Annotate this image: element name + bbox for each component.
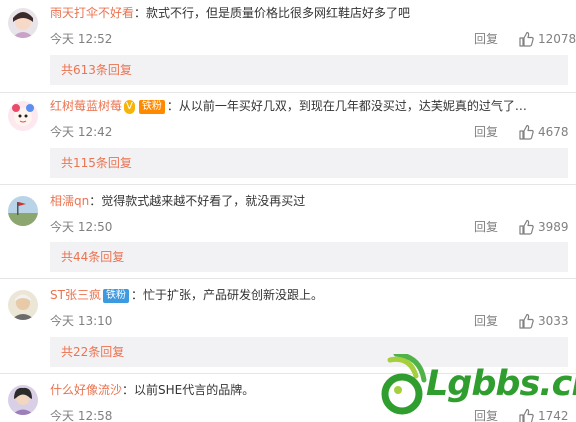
avatar-icon <box>8 101 38 131</box>
comment-text: ：觉得款式越来越不好看了，就没再买过 <box>89 194 306 208</box>
comment-text: ：款式不行，但是质量价格比很多网红鞋店好多了吧 <box>134 6 411 20</box>
comment-line: ST张三疯 铁粉 ：忙于扩张，产品研发创新没跟上。 <box>50 286 323 304</box>
reply-button[interactable]: 回复 <box>474 123 498 141</box>
vip-badge: V <box>124 100 135 114</box>
thumbs-up-icon <box>519 31 534 47</box>
comment-time: 今天 12:50 <box>50 220 113 234</box>
username-link[interactable]: 相濡qn <box>50 194 89 208</box>
comment-time: 今天 12:58 <box>50 409 113 422</box>
username-link[interactable]: 红树莓蓝树莓 <box>50 99 122 113</box>
site-watermark: Lgbbs.cn <box>376 352 576 422</box>
more-replies-link[interactable]: 共613条回复 <box>61 55 132 85</box>
avatar[interactable] <box>8 196 38 226</box>
comment-line: 相濡qn：觉得款式越来越不好看了，就没再买过 <box>50 192 305 210</box>
username-link[interactable]: 雨天打伞不好看 <box>50 6 134 20</box>
more-replies-box[interactable]: 共115条回复 <box>50 148 568 178</box>
comment-meta: 今天 12:50 回复 3989 <box>50 218 570 236</box>
like-count: 3989 <box>538 220 569 234</box>
username-link[interactable]: 什么好像流沙 <box>50 383 122 397</box>
like-count: 3033 <box>538 314 569 328</box>
more-replies-link[interactable]: 共22条回复 <box>61 337 124 367</box>
fan-badge: 铁粉 <box>102 289 129 303</box>
comment-meta: 今天 13:10 回复 3033 <box>50 312 570 330</box>
thumbs-up-icon <box>519 219 534 235</box>
avatar-icon <box>8 385 38 415</box>
reply-button[interactable]: 回复 <box>474 218 498 236</box>
reply-button[interactable]: 回复 <box>474 312 498 330</box>
like-count: 4678 <box>538 125 569 139</box>
avatar-icon <box>8 8 38 38</box>
more-replies-box[interactable]: 共613条回复 <box>50 55 568 85</box>
more-replies-link[interactable]: 共44条回复 <box>61 242 124 272</box>
more-replies-box[interactable]: 共44条回复 <box>50 242 568 272</box>
avatar-icon <box>8 290 38 320</box>
comment-line: 什么好像流沙：以前SHE代言的品牌。 <box>50 381 254 399</box>
comment-text: ：以前SHE代言的品牌。 <box>122 383 255 397</box>
divider <box>0 278 576 279</box>
thumbs-up-icon <box>519 124 534 140</box>
comment-line: 雨天打伞不好看：款式不行，但是质量价格比很多网红鞋店好多了吧 <box>50 4 410 22</box>
comment-time: 今天 13:10 <box>50 314 113 328</box>
like-count: 12078 <box>538 32 576 46</box>
comment-text: ：忙于扩张，产品研发创新没跟上。 <box>130 288 323 302</box>
avatar[interactable] <box>8 101 38 131</box>
comment-line: 红树莓蓝树莓 V 铁粉 ：从以前一年买好几双，到现在几年都没买过，达芙妮真的过气了… <box>50 97 527 115</box>
avatar[interactable] <box>8 385 38 415</box>
username-link[interactable]: ST张三疯 <box>50 288 101 302</box>
divider <box>0 184 576 185</box>
thumbs-up-icon <box>519 313 534 329</box>
comment-meta: 今天 12:52 回复 12078 <box>50 30 576 48</box>
comment-text: ：从以前一年买好几双，到现在几年都没买过，达芙妮真的过气了… <box>166 99 527 113</box>
fan-badge: 铁粉 <box>138 100 165 114</box>
more-replies-link[interactable]: 共115条回复 <box>61 148 132 178</box>
divider <box>0 92 576 93</box>
avatar-icon <box>8 196 38 226</box>
comment-time: 今天 12:42 <box>50 125 113 139</box>
avatar[interactable] <box>8 290 38 320</box>
comment-time: 今天 12:52 <box>50 32 113 46</box>
comment-meta: 今天 12:42 回复 4678 <box>50 123 570 141</box>
reply-button[interactable]: 回复 <box>474 30 498 48</box>
avatar[interactable] <box>8 8 38 38</box>
watermark-text: Lgbbs.cn <box>426 364 576 404</box>
